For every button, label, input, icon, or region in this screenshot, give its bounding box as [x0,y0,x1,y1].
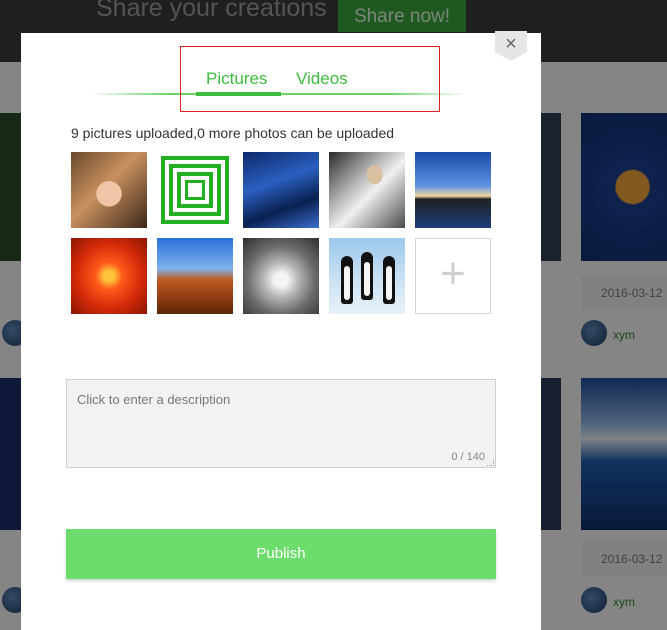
thumbnail-koala-photo[interactable] [243,238,319,314]
thumbnail-penguins-photo[interactable] [329,238,405,314]
penguin-shape [383,256,395,304]
add-photo-button[interactable]: + [415,238,491,314]
thumbnail-red-flower-photo[interactable] [71,238,147,314]
thumbnail-desert-rock-photo[interactable] [157,238,233,314]
upload-status-text: 9 pictures uploaded,0 more photos can be… [71,125,395,141]
publish-button[interactable]: Publish [66,529,496,579]
description-input[interactable] [77,392,482,407]
penguin-shape [361,252,373,300]
thumbnail-sunset-lake-photo[interactable] [415,152,491,228]
close-icon[interactable]: × [495,31,527,61]
tabs-highlight-box [180,46,440,112]
thumbnail-fashion-photo[interactable] [329,152,405,228]
thumbnail-blue-water-photo[interactable] [243,152,319,228]
resize-handle-icon[interactable] [487,459,494,466]
thumbnail-green-squares-photo[interactable] [157,152,233,228]
description-box: 0 / 140 [66,379,496,468]
thumbnail-girl-glasses-photo[interactable] [71,152,147,228]
penguin-shape [341,256,353,304]
char-counter: 0 / 140 [451,451,485,463]
upload-modal: × Pictures Videos 9 pictures uploaded,0 … [21,31,541,630]
